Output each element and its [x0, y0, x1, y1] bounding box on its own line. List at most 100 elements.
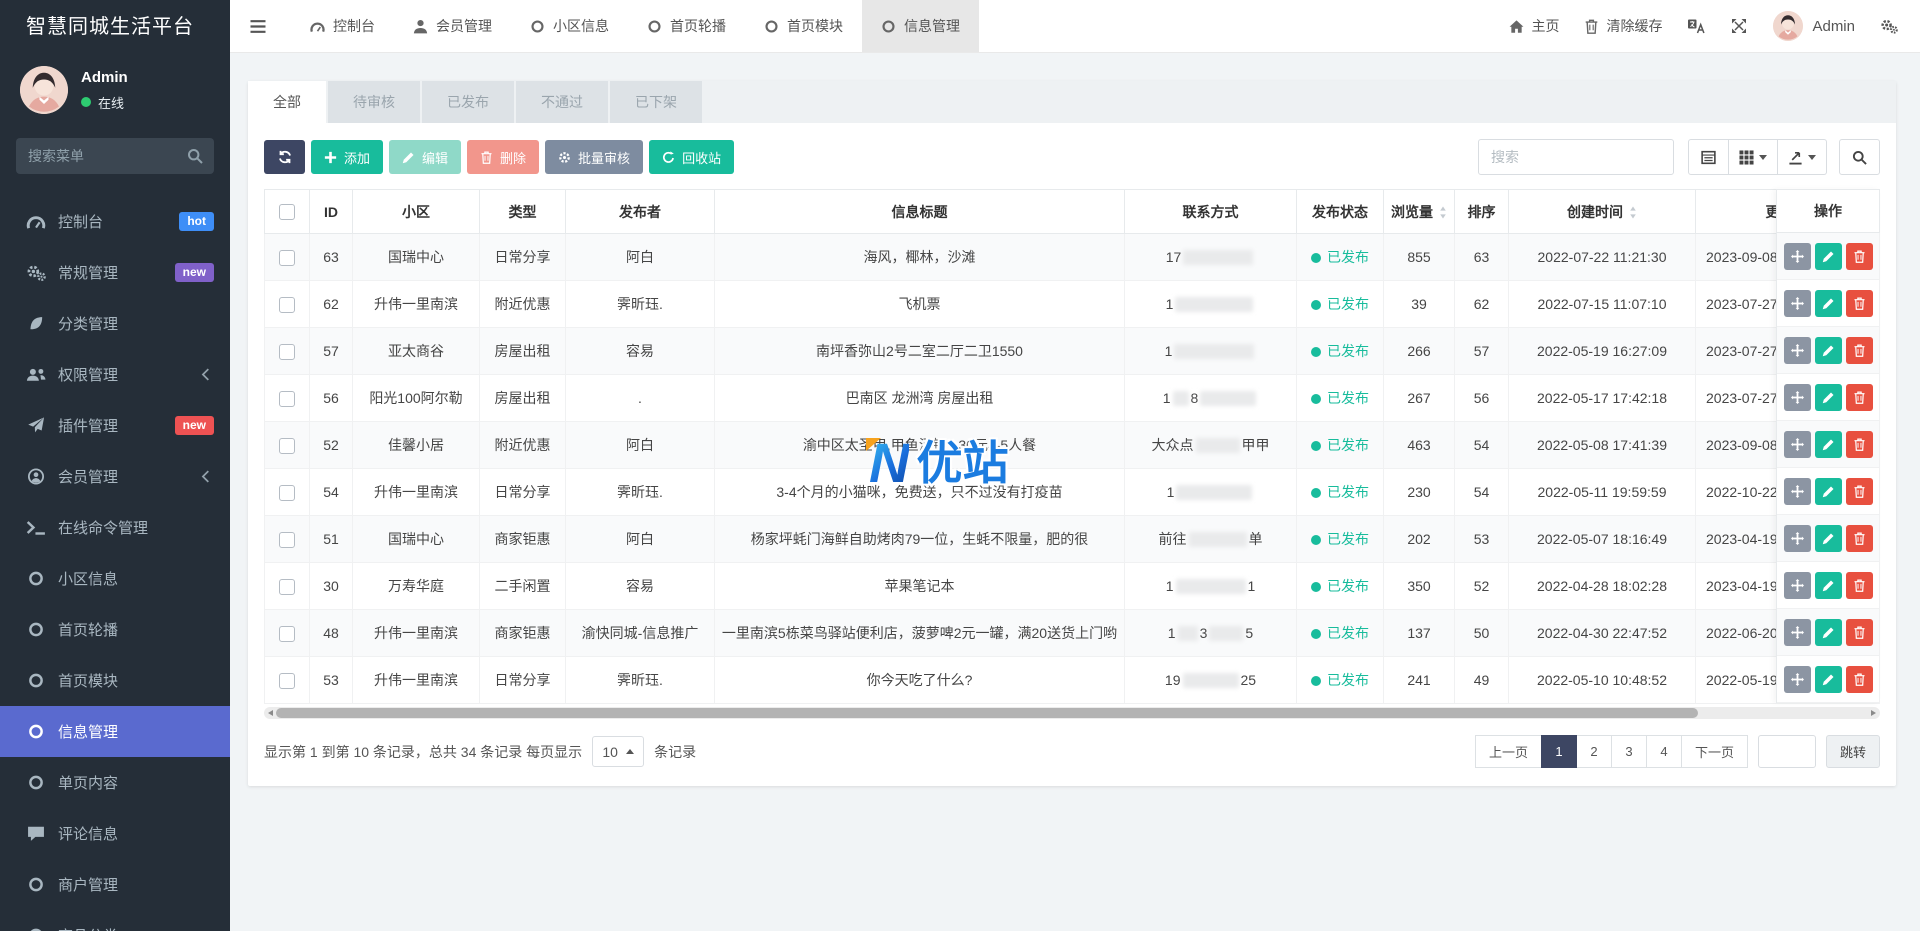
delete-row-button[interactable]	[1845, 665, 1873, 693]
table-row[interactable]: 63 国瑞中心 日常分享 阿白 海风，椰林，沙滩 17 已发布 855 63 2…	[264, 233, 1880, 281]
sidebar-item-comment-info[interactable]: 评论信息	[0, 808, 230, 859]
delete-row-button[interactable]	[1845, 383, 1873, 411]
move-button[interactable]	[1783, 524, 1811, 552]
table-row[interactable]: 48 升伟一里南滨 商家钜惠 渝快同城-信息推广 一里南滨5栋菜鸟驿站便利店，菠…	[264, 609, 1880, 657]
move-button[interactable]	[1783, 242, 1811, 270]
scrollbar-thumb[interactable]	[276, 708, 1699, 718]
export-button[interactable]	[1778, 139, 1827, 175]
translate-icon[interactable]	[1687, 18, 1706, 34]
row-checkbox[interactable]	[279, 578, 295, 595]
add-button[interactable]: 添加	[311, 140, 384, 174]
table-row[interactable]: 51 国瑞中心 商家钜惠 阿白 杨家坪蚝门海鲜自助烤肉79一位，生蚝不限量，肥的…	[264, 515, 1880, 563]
table-row[interactable]: 62 升伟一里南滨 附近优惠 霁昕珏. 飞机票 1 已发布 39 62 2022…	[264, 280, 1880, 328]
row-checkbox[interactable]	[279, 484, 295, 501]
move-button[interactable]	[1783, 477, 1811, 505]
scroll-right-arrow-icon[interactable]	[1871, 709, 1876, 716]
jump-button[interactable]: 跳转	[1825, 735, 1880, 768]
row-checkbox[interactable]	[279, 625, 295, 642]
edit-row-button[interactable]	[1814, 430, 1842, 458]
sidebar-item-home-carousel[interactable]: 首页轮播	[0, 604, 230, 655]
edit-button[interactable]: 编辑	[389, 140, 462, 174]
nav-tab-home-carousel[interactable]: 首页轮播	[628, 0, 745, 52]
move-button[interactable]	[1783, 571, 1811, 599]
delete-row-button[interactable]	[1845, 242, 1873, 270]
page-button-4[interactable]: 4	[1645, 735, 1682, 768]
edit-row-button[interactable]	[1814, 524, 1842, 552]
edit-row-button[interactable]	[1814, 289, 1842, 317]
filter-tab[interactable]: 已发布	[422, 81, 514, 123]
row-checkbox[interactable]	[279, 249, 295, 266]
edit-row-button[interactable]	[1814, 383, 1842, 411]
edit-row-button[interactable]	[1814, 336, 1842, 364]
filter-tab[interactable]: 全部	[248, 81, 326, 123]
user-avatar[interactable]	[20, 66, 68, 114]
delete-row-button[interactable]	[1845, 289, 1873, 317]
row-checkbox[interactable]	[279, 437, 295, 454]
page-button-3[interactable]: 3	[1610, 735, 1647, 768]
column-header-views[interactable]: 浏览量	[1383, 189, 1455, 234]
navbar-user[interactable]: Admin	[1773, 11, 1855, 41]
scroll-left-arrow-icon[interactable]	[268, 709, 273, 716]
nav-tab-member-manage[interactable]: 会员管理	[394, 0, 511, 52]
search-input[interactable]	[1478, 139, 1674, 175]
edit-row-button[interactable]	[1814, 242, 1842, 270]
table-row[interactable]: 57 亚太商谷 房屋出租 容易 南坪香弥山2号二室二厅二卫1550 1 已发布 …	[264, 327, 1880, 375]
nav-tab-home-modules[interactable]: 首页模块	[745, 0, 862, 52]
row-checkbox[interactable]	[279, 531, 295, 548]
move-button[interactable]	[1783, 665, 1811, 693]
table-row[interactable]: 52 佳馨小居 附近优惠 阿白 渝中区太圣甲,甲鱼汤锅,130元4-5人餐 大众…	[264, 421, 1880, 469]
sidebar-item-member-manage[interactable]: 会员管理	[0, 451, 230, 502]
next-page-button[interactable]: 下一页	[1680, 735, 1748, 768]
table-row[interactable]: 56 阳光100阿尔勒 房屋出租 . 巴南区 龙洲湾 房屋出租 18 已发布 2…	[264, 374, 1880, 422]
sort-icon[interactable]	[1439, 205, 1447, 219]
prev-page-button[interactable]: 上一页	[1474, 735, 1542, 768]
refresh-button[interactable]	[264, 140, 305, 174]
move-button[interactable]	[1783, 336, 1811, 364]
nav-tab-info-manage[interactable]: 信息管理	[862, 0, 979, 52]
move-button[interactable]	[1783, 618, 1811, 646]
sidebar-item-merchant-manage[interactable]: 商户管理	[0, 859, 230, 910]
filter-tab[interactable]: 已下架	[610, 81, 702, 123]
delete-row-button[interactable]	[1845, 430, 1873, 458]
delete-button[interactable]: 删除	[467, 140, 540, 174]
table-row[interactable]: 30 万寿华庭 二手闲置 容易 苹果笔记本 11 已发布 350 52 2022…	[264, 562, 1880, 610]
sidebar-item-permission-manage[interactable]: 权限管理	[0, 349, 230, 400]
horizontal-scrollbar[interactable]	[264, 707, 1880, 719]
clear-cache-link[interactable]: 清除缓存	[1584, 16, 1662, 36]
sidebar-item-dashboard[interactable]: 控制台 hot	[0, 196, 230, 247]
move-button[interactable]	[1783, 430, 1811, 458]
row-checkbox[interactable]	[279, 672, 295, 689]
select-all-checkbox[interactable]	[279, 204, 295, 221]
detail-view-button[interactable]	[1688, 139, 1729, 175]
fullscreen-icon[interactable]	[1730, 18, 1748, 34]
sidebar-item-single-page[interactable]: 单页内容	[0, 757, 230, 808]
filter-tab[interactable]: 待审核	[328, 81, 420, 123]
row-checkbox[interactable]	[279, 296, 295, 313]
row-checkbox[interactable]	[279, 343, 295, 360]
sidebar-item-home-modules[interactable]: 首页模块	[0, 655, 230, 706]
edit-row-button[interactable]	[1814, 571, 1842, 599]
table-row[interactable]: 54 升伟一里南滨 日常分享 霁昕珏. 3-4个月的小猫咪，免费送，只不过没有打…	[264, 468, 1880, 516]
page-button-1[interactable]: 1	[1540, 735, 1577, 768]
move-button[interactable]	[1783, 383, 1811, 411]
column-header-created[interactable]: 创建时间	[1508, 189, 1696, 234]
edit-row-button[interactable]	[1814, 477, 1842, 505]
row-checkbox[interactable]	[279, 390, 295, 407]
batch-audit-button[interactable]: 批量审核	[545, 140, 644, 174]
nav-tab-dashboard[interactable]: 控制台	[291, 0, 394, 52]
page-size-select[interactable]: 10	[592, 736, 645, 767]
sidebar-item-plugin-manage[interactable]: 插件管理 new	[0, 400, 230, 451]
home-link[interactable]: 主页	[1509, 16, 1559, 36]
recycle-bin-button[interactable]: 回收站	[649, 140, 735, 174]
move-button[interactable]	[1783, 289, 1811, 317]
delete-row-button[interactable]	[1845, 477, 1873, 505]
edit-row-button[interactable]	[1814, 618, 1842, 646]
sidebar-search-input[interactable]	[16, 138, 214, 174]
search-icon[interactable]	[187, 148, 203, 164]
delete-row-button[interactable]	[1845, 618, 1873, 646]
delete-row-button[interactable]	[1845, 524, 1873, 552]
columns-button[interactable]	[1729, 139, 1778, 175]
sidebar-item-goods-category[interactable]: 商品分类	[0, 910, 230, 931]
delete-row-button[interactable]	[1845, 336, 1873, 364]
nav-tab-community-info[interactable]: 小区信息	[511, 0, 628, 52]
